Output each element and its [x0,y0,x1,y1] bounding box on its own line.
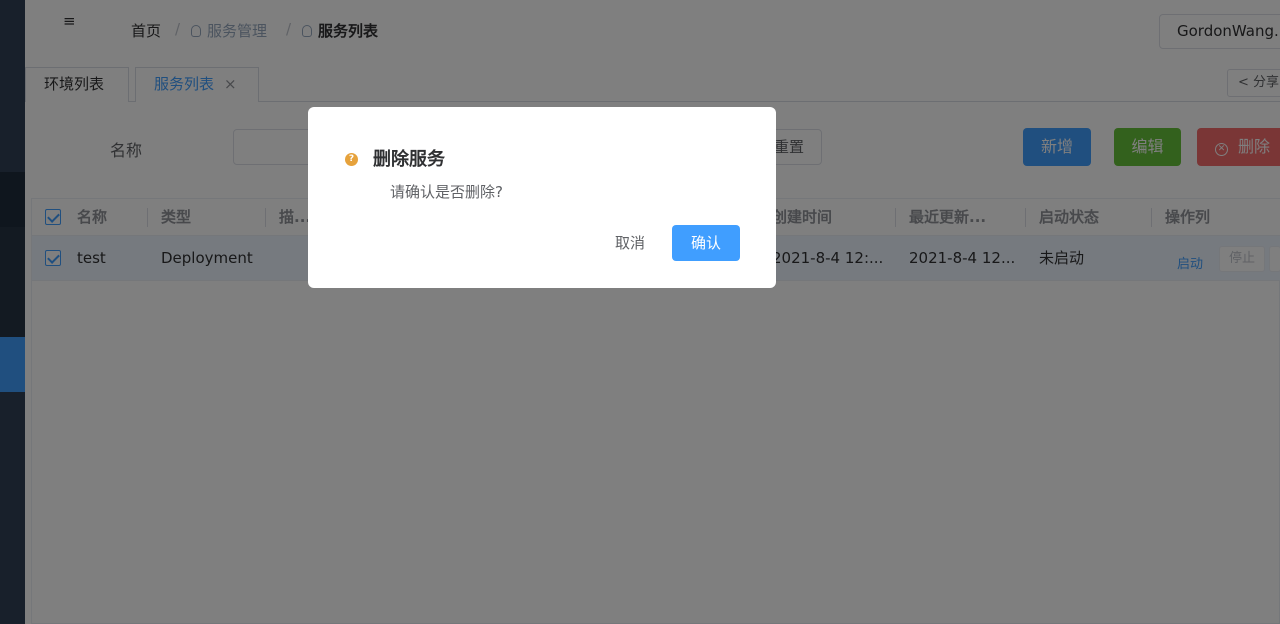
dialog-title: 删除服务 [373,149,445,170]
modal-overlay[interactable] [0,0,1280,624]
confirm-button[interactable]: 确认 [672,225,740,261]
dialog-message: 请确认是否删除? [390,183,503,201]
delete-confirm-dialog: ? 删除服务 请确认是否删除? 取消 确认 [308,107,776,288]
question-icon: ? [345,153,358,166]
cancel-button[interactable]: 取消 [603,225,657,261]
